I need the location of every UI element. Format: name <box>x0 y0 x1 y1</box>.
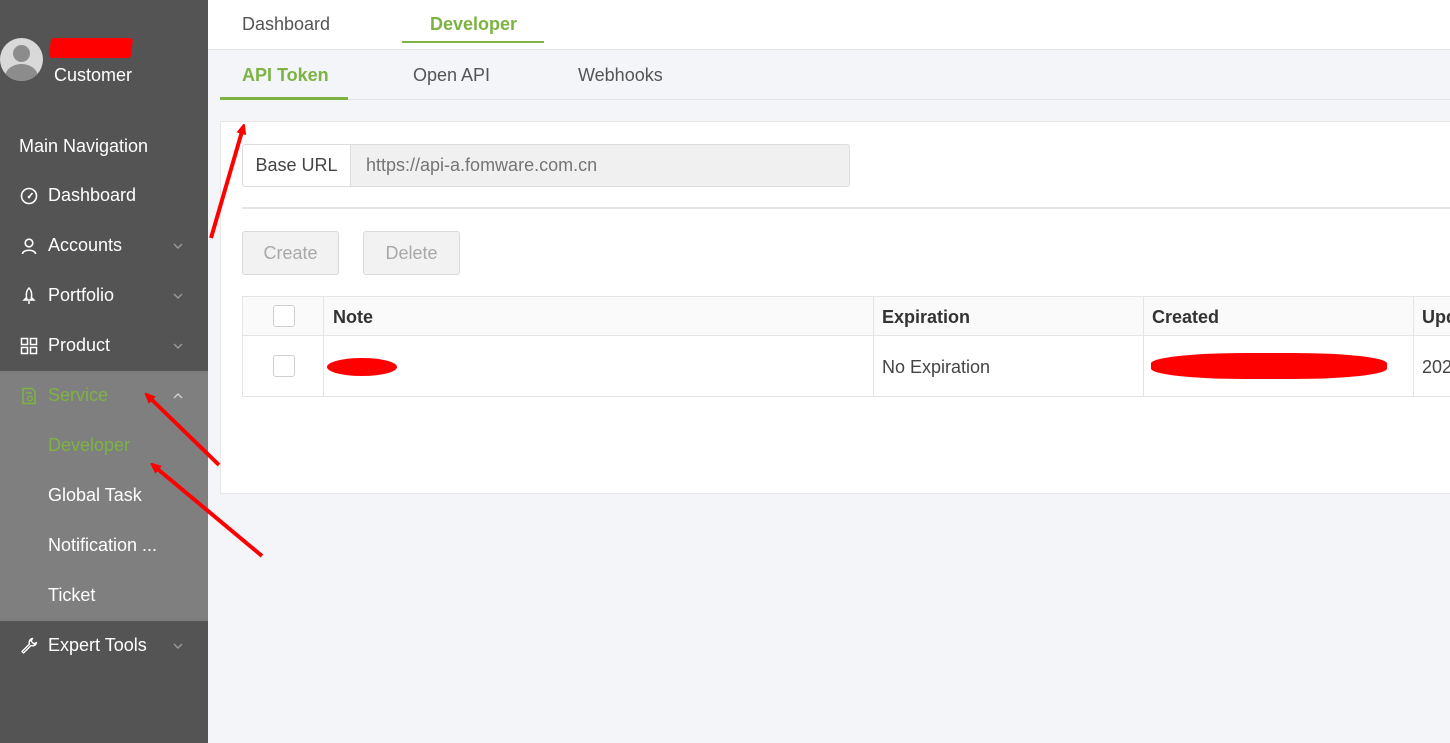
token-table: Note Expiration Created Upd No Expiratio… <box>242 296 1450 397</box>
active-subtab-indicator <box>220 97 348 100</box>
sidebar-item-label: Portfolio <box>48 285 115 305</box>
sidebar-subitem-ticket[interactable]: Ticket <box>0 571 208 621</box>
column-header-updated[interactable]: Upd <box>1422 307 1450 328</box>
subtab-divider <box>220 99 1450 100</box>
updated-cell: 202 <box>1422 357 1450 377</box>
wrench-icon <box>21 637 38 654</box>
user-profile[interactable]: Customer <box>0 30 208 90</box>
chevron-down-icon <box>173 343 183 349</box>
tab-open-api[interactable]: Open API <box>413 65 490 86</box>
delete-button[interactable]: Delete <box>363 231 460 275</box>
chevron-down-icon <box>173 243 183 249</box>
top-tab-bar <box>208 0 1450 50</box>
sidebar-subitem-developer[interactable]: Developer <box>0 421 208 471</box>
gauge-icon <box>20 187 38 205</box>
sidebar-item-accounts[interactable]: Accounts <box>0 221 208 271</box>
base-url-input[interactable] <box>350 144 850 187</box>
column-header-created[interactable]: Created <box>1152 307 1219 328</box>
sidebar-item-label: Accounts <box>48 235 123 255</box>
nav-heading: Main Navigation <box>19 136 149 156</box>
chevron-down-icon <box>173 293 183 299</box>
section-divider <box>242 207 1450 209</box>
tab-dashboard[interactable]: Dashboard <box>242 14 330 35</box>
create-button[interactable]: Create <box>242 231 339 275</box>
sidebar-item-service[interactable]: Service <box>0 371 208 421</box>
chevron-down-icon <box>173 643 183 649</box>
tab-developer[interactable]: Developer <box>430 14 517 35</box>
expiration-cell: No Expiration <box>882 357 991 377</box>
sidebar-subitem-global-task[interactable]: Global Task <box>0 471 208 521</box>
sidebar-item-product[interactable]: Product <box>0 321 208 371</box>
redacted-note <box>327 358 397 376</box>
sidebar-item-portfolio[interactable]: Portfolio <box>0 271 208 321</box>
chevron-up-icon <box>173 393 183 399</box>
sidebar-item-label: Ticket <box>48 585 96 605</box>
sidebar-item-label: Notification ... <box>48 535 158 555</box>
sidebar-subitem-notification[interactable]: Notification ... <box>0 521 208 571</box>
sidebar-item-label: Product <box>48 335 111 355</box>
sidebar-item-label: Service <box>48 385 109 405</box>
table-header <box>243 297 1450 336</box>
avatar[interactable] <box>0 38 43 81</box>
sidebar-item-label: Dashboard <box>48 185 137 205</box>
grid-icon <box>20 337 38 355</box>
sidebar-item-label: Developer <box>48 435 131 455</box>
rocket-icon <box>22 287 36 304</box>
user-icon <box>21 238 37 255</box>
redacted-created <box>1151 353 1387 379</box>
column-header-note[interactable]: Note <box>333 307 373 328</box>
row-checkbox[interactable] <box>273 355 295 377</box>
document-gear-icon <box>22 387 36 405</box>
sidebar-item-expert-tools[interactable]: Expert Tools <box>0 621 208 671</box>
tab-api-token[interactable]: API Token <box>242 65 329 86</box>
column-header-expiration[interactable]: Expiration <box>882 307 970 328</box>
tab-webhooks[interactable]: Webhooks <box>578 65 663 86</box>
sidebar: Customer Main Navigation Dashboard Accou… <box>0 0 208 743</box>
select-all-checkbox[interactable] <box>273 305 295 327</box>
redacted-username <box>48 38 134 58</box>
user-role: Customer <box>54 65 133 85</box>
sidebar-item-dashboard[interactable]: Dashboard <box>0 171 208 221</box>
active-tab-indicator <box>402 41 544 43</box>
sidebar-item-label: Global Task <box>48 485 142 505</box>
sidebar-item-label: Expert Tools <box>48 635 147 655</box>
base-url-label: Base URL <box>242 144 351 187</box>
